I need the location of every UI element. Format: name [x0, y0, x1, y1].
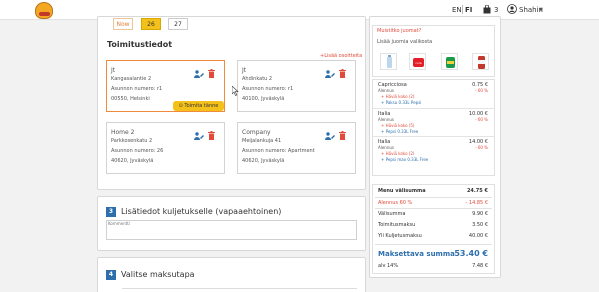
comment-label: Kommentti: [108, 221, 130, 226]
address-card[interactable]: Jt Ahdinkatu 2 Asunnon numero: r1 40100,…: [237, 60, 356, 112]
delivery-fee-label: Toimitusmaksu: [378, 222, 416, 228]
address-apartment: Asunnon numero: r1: [242, 86, 294, 92]
edit-user-icon[interactable]: [325, 132, 335, 140]
cart-item-extra: + Häviä koko (2): [381, 94, 415, 99]
coca-cola-icon[interactable]: cola: [409, 53, 426, 70]
discount-label: Alennus 60 %: [378, 200, 413, 206]
cart-item-discount-label: Alennus: [378, 88, 394, 93]
payment-options: [122, 288, 357, 292]
address-name: Jt: [111, 67, 116, 74]
summary-divider: [375, 197, 492, 198]
edit-user-icon[interactable]: [194, 132, 204, 140]
user-icon[interactable]: [507, 4, 517, 14]
address-name: Jt: [242, 67, 247, 74]
total-value: 53.40 €: [454, 249, 488, 258]
cart-item-discount: - 60 %: [475, 145, 488, 150]
sprite-icon[interactable]: [441, 53, 458, 70]
address-name: Company: [242, 129, 271, 136]
delivery-fee-value: 3.50 €: [472, 222, 488, 228]
vat-label: alv 14%: [378, 263, 399, 269]
restaurant-logo[interactable]: [35, 2, 53, 19]
address-card[interactable]: Home 2 Parkkosenkatu 2 Asunnon numero: 2…: [106, 122, 225, 174]
cart-item-extra: + Häviä koko (5): [381, 123, 415, 128]
step-number: 3: [106, 207, 116, 217]
comment-input[interactable]: [106, 220, 357, 240]
soda-can-icon[interactable]: [472, 53, 489, 70]
cart-item-discount: - 60 %: [475, 88, 488, 93]
item-divider: [372, 108, 495, 109]
cart-item-extra: + Häviä koko (2): [381, 151, 415, 156]
edit-user-icon[interactable]: [194, 70, 204, 78]
cart-count: 3: [494, 6, 499, 14]
address-card[interactable]: Jt Kangasalantie 2 Asunnon numero: r1 00…: [106, 60, 225, 112]
drinks-subtitle: Lisää juomia valikosta: [377, 39, 433, 45]
date-27-button[interactable]: 27: [168, 18, 188, 30]
cart-item-extra: + Pepsi 0.33L Free: [381, 129, 419, 134]
address-card[interactable]: Company Meijalankuja 41 Asunnon numero: …: [237, 122, 356, 174]
address-city: 00550, Helsinki: [111, 96, 150, 102]
address-apartment: Asunnon numero: 26: [111, 148, 164, 154]
subtotal-value: 9.90 €: [472, 211, 488, 217]
lang-fi-link[interactable]: FI: [465, 6, 472, 14]
cart-item-discount-label: Alennus: [378, 145, 394, 150]
drinks-title: Muistitko juomat?: [377, 28, 422, 34]
step-title: Lisätiedot kuljetukselle (vapaaehtoinen): [121, 207, 282, 216]
mouse-cursor-icon: [232, 86, 239, 96]
date-26-button[interactable]: 26: [141, 18, 161, 30]
address-street: Parkkosenkatu 2: [111, 138, 153, 144]
date-now-button[interactable]: Now: [113, 18, 133, 30]
address-name: Home 2: [111, 129, 135, 136]
item-divider: [372, 136, 495, 137]
menu-subtotal-label: Menu välisumma: [378, 188, 426, 194]
summary-divider: [375, 244, 492, 245]
address-city: 40100, Jyväskylä: [242, 96, 285, 102]
cart-item-discount: - 60 %: [475, 117, 488, 122]
address-city: 40620, Jyväskylä: [111, 158, 154, 164]
menu-subtotal-value: 24.75 €: [466, 188, 488, 194]
subtotal-label: Välisumma: [378, 211, 406, 217]
lang-en-link[interactable]: EN: [452, 6, 462, 14]
trash-icon[interactable]: [208, 69, 215, 78]
address-street: Kangasalantie 2: [111, 76, 152, 82]
discount-value: - 14.85 €: [465, 200, 488, 206]
trash-icon[interactable]: [339, 131, 346, 140]
address-apartment: Asunnon numero: Apartment: [242, 148, 315, 154]
extra-delivery-fee-label: Yli Kuljetusmaksu: [378, 233, 422, 239]
summary-divider: [375, 208, 492, 209]
water-bottle-icon[interactable]: [380, 53, 397, 70]
cart-item-extra: + Paksu 0.33L Pepsi: [381, 100, 422, 105]
trash-icon[interactable]: [339, 69, 346, 78]
step-title: Valitse maksutapa: [121, 270, 195, 279]
lang-divider: [462, 5, 463, 14]
delivery-info-title: Toimitustiedot: [107, 40, 173, 49]
deliver-here-button[interactable]: ⊙ Toimita tänne: [173, 101, 224, 111]
add-address-link[interactable]: +Lisää osoitteita: [320, 53, 362, 59]
address-street: Meijalankuja 41: [242, 138, 282, 144]
shopping-bag-icon[interactable]: [483, 5, 491, 14]
address-street: Ahdinkatu 2: [242, 76, 273, 82]
cart-item-discount-label: Alennus: [378, 117, 394, 122]
total-label: Maksettava summa: [378, 250, 455, 258]
extra-delivery-fee-value: 40.00 €: [468, 233, 488, 239]
vat-value: 7.48 €: [472, 263, 488, 269]
trash-icon[interactable]: [208, 131, 215, 140]
address-city: 40620, Jyväskylä: [242, 158, 285, 164]
address-apartment: Asunnon numero: r1: [111, 86, 163, 92]
step-number: 4: [106, 270, 116, 280]
cart-item-extra: + Pepsi max 0.33L Free: [381, 157, 429, 162]
svg-text:cola: cola: [415, 61, 421, 65]
edit-user-icon[interactable]: [325, 70, 335, 78]
chevron-down-icon[interactable]: ▼: [539, 7, 543, 13]
deliver-here-label: Toimita tänne: [184, 103, 219, 109]
